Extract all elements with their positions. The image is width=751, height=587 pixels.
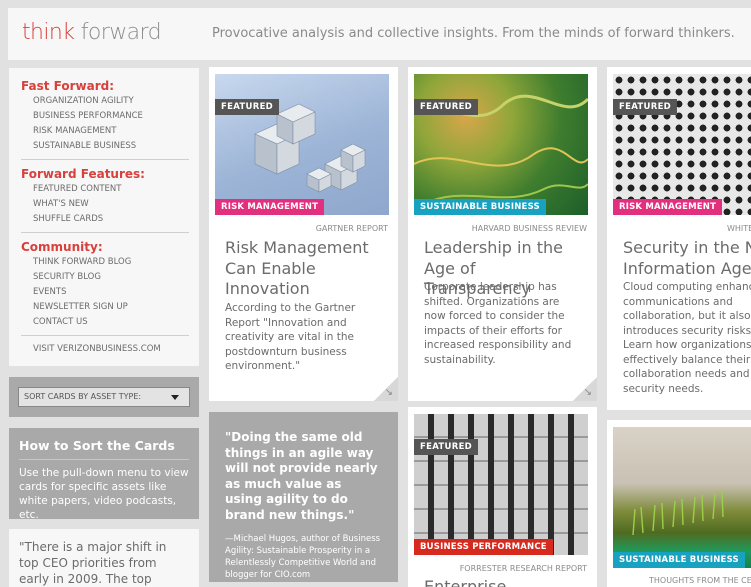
nav-divider <box>21 159 189 160</box>
nav-item-featured-content[interactable]: FEATURED CONTENT <box>21 182 187 197</box>
featured-badge: FEATURED <box>613 99 678 115</box>
sort-asset-type-select[interactable]: SORT CARDS BY ASSET TYPE: <box>18 387 190 407</box>
card-leadership-transparency[interactable]: FEATURED SUSTAINABLE BUSINESS HARVARD BU… <box>408 67 597 401</box>
arrow-down-right-icon: ↘ <box>384 387 393 398</box>
sort-panel: SORT CARDS BY ASSET TYPE: <box>9 377 199 417</box>
quote-attribution: —Michael Hugos, author of Business Agili… <box>225 534 381 580</box>
nav-item-organization-agility[interactable]: ORGANIZATION AGILITY <box>21 94 187 109</box>
featured-badge: FEATURED <box>414 99 479 115</box>
nav-group-community: Community: THINK FORWARD BLOG SECURITY B… <box>21 239 187 330</box>
category-tag-sustainable-business[interactable]: SUSTAINABLE BUSINESS <box>613 552 745 568</box>
card-description: Corporate leadership has shifted. Organi… <box>424 281 572 366</box>
card-source: THOUGHTS FROM THE CEO <box>649 576 751 585</box>
card-source: HARVARD BUSINESS REVIEW <box>471 224 587 233</box>
logo[interactable]: think forward <box>22 20 162 45</box>
card-image-lattice: FEATURED RISK MANAGEMENT <box>613 74 751 215</box>
arrow-down-right-icon: ↘ <box>583 387 592 398</box>
logo-think: think <box>22 20 75 45</box>
nav-group-fast-forward: Fast Forward: ORGANIZATION AGILITY BUSIN… <box>21 78 187 154</box>
seedlings-illustration <box>632 490 724 536</box>
nav-item-contact-us[interactable]: CONTACT US <box>21 315 187 330</box>
card-title[interactable]: Risk Management Can Enable Innovation <box>225 238 387 300</box>
nav-heading-community: Community: <box>21 240 103 254</box>
nav-item-think-forward-blog[interactable]: THINK FORWARD BLOG <box>21 255 187 270</box>
featured-badge: FEATURED <box>414 439 479 455</box>
sidebar-nav: Fast Forward: ORGANIZATION AGILITY BUSIN… <box>9 68 199 366</box>
category-tag-business-performance[interactable]: BUSINESS PERFORMANCE <box>414 539 553 555</box>
quote-text: "Doing the same old things in an agile w… <box>225 430 378 522</box>
category-tag-sustainable-business[interactable]: SUSTAINABLE BUSINESS <box>414 199 546 215</box>
nav-item-shuffle-cards[interactable]: SHUFFLE CARDS <box>21 212 187 227</box>
logo-forward: forward <box>80 20 162 45</box>
how-to-title: How to Sort the Cards <box>19 438 189 460</box>
visit-verizon-link[interactable]: VISIT VERIZONBUSINESS.COM <box>21 342 187 356</box>
card-image-building: FEATURED BUSINESS PERFORMANCE <box>414 414 588 555</box>
card-source: GARTNER REPORT <box>315 224 388 233</box>
nav-item-newsletter-sign-up[interactable]: NEWSLETTER SIGN UP <box>21 300 187 315</box>
nav-item-security-blog[interactable]: SECURITY BLOG <box>21 270 187 285</box>
card-enterprise[interactable]: FEATURED BUSINESS PERFORMANCE FORRESTER … <box>408 407 597 587</box>
nav-item-events[interactable]: EVENTS <box>21 285 187 300</box>
nav-item-whats-new[interactable]: WHAT'S NEW <box>21 197 187 212</box>
nav-heading-fast-forward: Fast Forward: <box>21 79 115 93</box>
card-title[interactable]: Security in the New Information Age <box>623 238 751 279</box>
cubes-illustration <box>254 103 366 193</box>
how-to-panel: How to Sort the Cards Use the pull-down … <box>9 428 199 521</box>
nav-heading-forward-features: Forward Features: <box>21 167 145 181</box>
card-image-cubes: FEATURED RISK MANAGEMENT <box>215 74 389 215</box>
nav-item-risk-management[interactable]: RISK MANAGEMENT <box>21 124 187 139</box>
card-ceo-thoughts[interactable]: SUSTAINABLE BUSINESS THOUGHTS FROM THE C… <box>607 420 751 587</box>
how-to-text: Use the pull-down menu to view cards for… <box>19 467 189 521</box>
sidebar-quote: "There is a major shift in top CEO prior… <box>9 529 199 587</box>
aerial-terrain-illustration <box>414 94 588 205</box>
card-title[interactable]: Enterprise <box>424 577 586 587</box>
card-security-information-age[interactable]: FEATURED RISK MANAGEMENT WHITE PAPER Sec… <box>607 67 751 410</box>
card-source: WHITE PAPER <box>727 224 751 233</box>
nav-divider <box>21 335 189 336</box>
nav-item-sustainable-business[interactable]: SUSTAINABLE BUSINESS <box>21 139 187 154</box>
card-risk-management-innovation[interactable]: FEATURED RISK MANAGEMENT GARTNER REPORT … <box>209 67 398 401</box>
header: think forward Provocative analysis and c… <box>8 8 751 60</box>
card-image-seedlings: SUSTAINABLE BUSINESS <box>613 427 751 568</box>
nav-group-forward-features: Forward Features: FEATURED CONTENT WHAT'… <box>21 166 187 227</box>
card-image-aerial-map: FEATURED SUSTAINABLE BUSINESS <box>414 74 588 215</box>
category-tag-risk-management[interactable]: RISK MANAGEMENT <box>613 199 723 215</box>
tagline: Provocative analysis and collective insi… <box>212 26 735 41</box>
card-source: FORRESTER RESEARCH REPORT <box>459 564 587 573</box>
card-description: According to the Gartner Report "Innovat… <box>225 302 356 372</box>
card-description: Cloud computing enhances communications … <box>623 281 751 395</box>
nav-divider <box>21 232 189 233</box>
featured-badge: FEATURED <box>215 99 280 115</box>
quote-card: "Doing the same old things in an agile w… <box>209 412 398 582</box>
dropdown-arrow-icon <box>171 395 179 400</box>
nav-item-business-performance[interactable]: BUSINESS PERFORMANCE <box>21 109 187 124</box>
sort-select-label: SORT CARDS BY ASSET TYPE: <box>24 392 142 401</box>
category-tag-risk-management[interactable]: RISK MANAGEMENT <box>215 199 325 215</box>
